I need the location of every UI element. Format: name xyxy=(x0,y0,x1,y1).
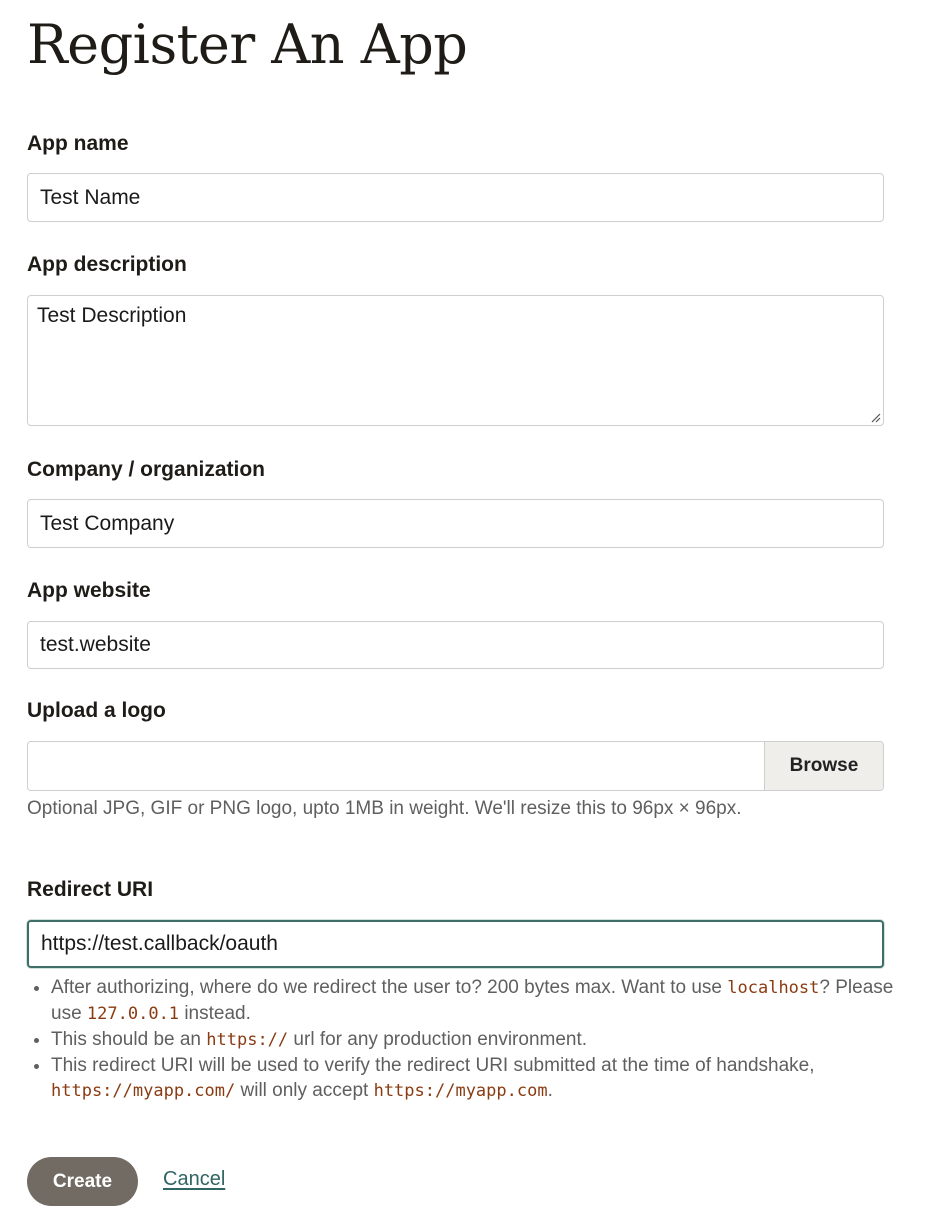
register-app-page: Register An App App name Test Name App d… xyxy=(0,0,936,1215)
cancel-link[interactable]: Cancel xyxy=(163,1168,225,1191)
note-item: This redirect URI will be used to verify… xyxy=(51,1053,897,1104)
website-label: App website xyxy=(27,579,151,602)
note-item: This should be an https:// url for any p… xyxy=(51,1027,897,1053)
logo-file-input[interactable]: Browse xyxy=(27,741,884,791)
redirect-uri-value: https://test.callback/oauth xyxy=(41,932,278,955)
company-value: Test Company xyxy=(40,511,175,535)
note-text: will only accept xyxy=(235,1080,374,1101)
note-code: https://myapp.com xyxy=(373,1081,548,1101)
app-description-textarea[interactable]: Test Description xyxy=(27,295,884,426)
note-code: localhost xyxy=(727,978,820,998)
logo-hint: Optional JPG, GIF or PNG logo, upto 1MB … xyxy=(27,798,742,819)
redirect-uri-notes: After authorizing, where do we redirect … xyxy=(27,975,897,1104)
logo-label: Upload a logo xyxy=(27,699,166,722)
page-title: Register An App xyxy=(27,13,468,76)
redirect-uri-input[interactable]: https://test.callback/oauth xyxy=(27,920,884,968)
resize-handle-icon[interactable] xyxy=(869,411,881,423)
website-input[interactable]: test.website xyxy=(27,621,884,669)
browse-button[interactable]: Browse xyxy=(764,742,883,790)
website-value: test.website xyxy=(40,633,151,656)
company-input[interactable]: Test Company xyxy=(27,499,884,548)
app-name-value: Test Name xyxy=(40,185,141,209)
app-name-label: App name xyxy=(27,132,129,155)
note-code: https://myapp.com/ xyxy=(51,1081,236,1101)
note-code: 127.0.0.1 xyxy=(86,1004,180,1024)
company-label: Company / organization xyxy=(27,458,266,481)
app-description-value: Test Description xyxy=(37,304,187,327)
note-code: https:// xyxy=(206,1030,289,1050)
note-text: . xyxy=(547,1080,553,1101)
note-text: This redirect URI will be used to verify… xyxy=(51,1055,815,1076)
note-item: After authorizing, where do we redirect … xyxy=(51,975,897,1027)
app-description-label: App description xyxy=(27,253,187,276)
redirect-uri-label: Redirect URI xyxy=(27,878,154,901)
note-text: After authorizing, where do we redirect … xyxy=(51,977,728,998)
note-text: instead. xyxy=(179,1003,251,1024)
note-text: url for any production environment. xyxy=(288,1029,588,1050)
app-name-input[interactable]: Test Name xyxy=(27,173,884,222)
create-button[interactable]: Create xyxy=(27,1157,138,1206)
note-text: This should be an xyxy=(51,1029,207,1050)
